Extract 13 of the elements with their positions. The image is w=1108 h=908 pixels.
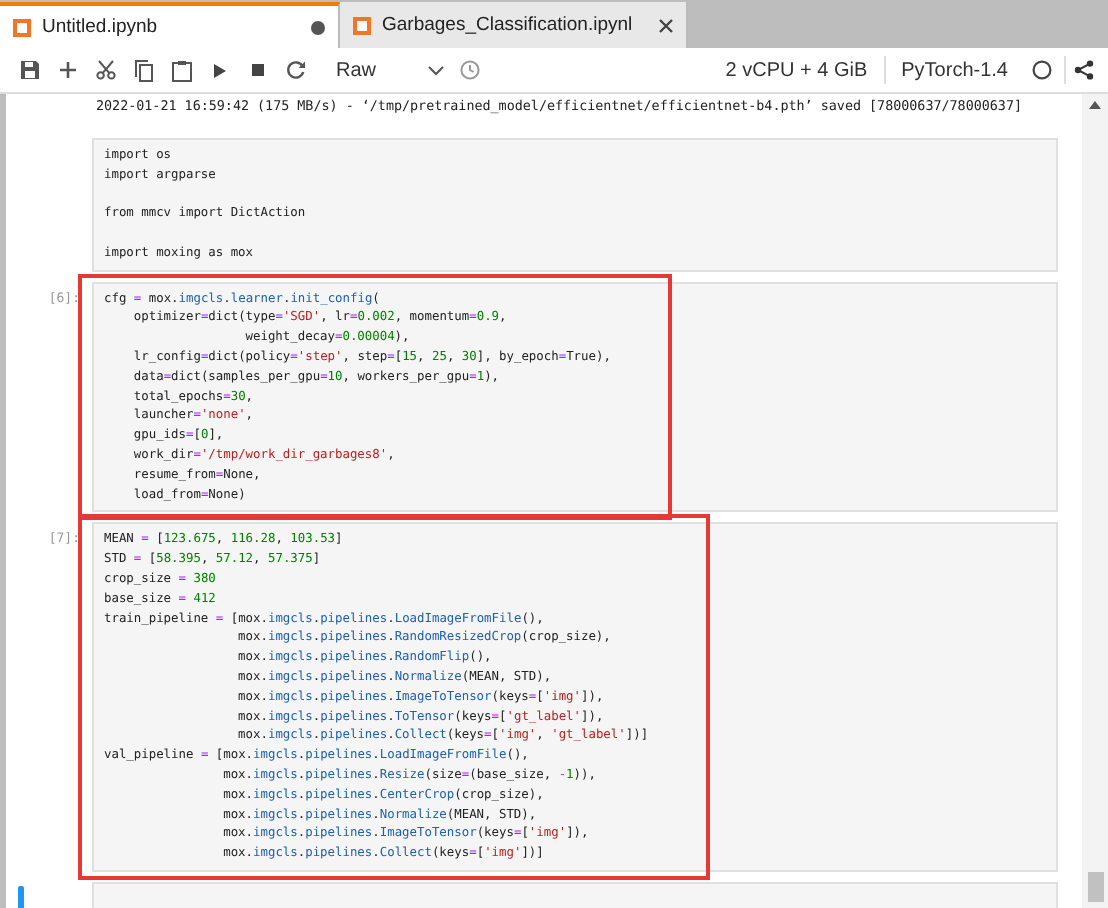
kernel-name[interactable]: PyTorch-1.4 xyxy=(885,59,1024,81)
notebook-tab[interactable]: Garbages_Classification.ipynl xyxy=(340,2,688,48)
resources-label: 2 vCPU + 4 GiB xyxy=(723,59,870,81)
close-icon[interactable] xyxy=(658,17,674,33)
scroll-up-icon[interactable] xyxy=(1088,100,1102,110)
notebook-tab[interactable]: Untitled.ipynb xyxy=(0,2,340,48)
caret-icon xyxy=(428,65,445,75)
code-cell[interactable] xyxy=(92,881,1058,908)
notebook-icon xyxy=(352,15,372,35)
kernel-status-icon xyxy=(1032,60,1052,80)
cell-type-dropdown[interactable]: Raw xyxy=(328,52,453,88)
notebook-icon xyxy=(12,17,32,37)
scrollbar-thumb[interactable] xyxy=(1087,872,1103,902)
